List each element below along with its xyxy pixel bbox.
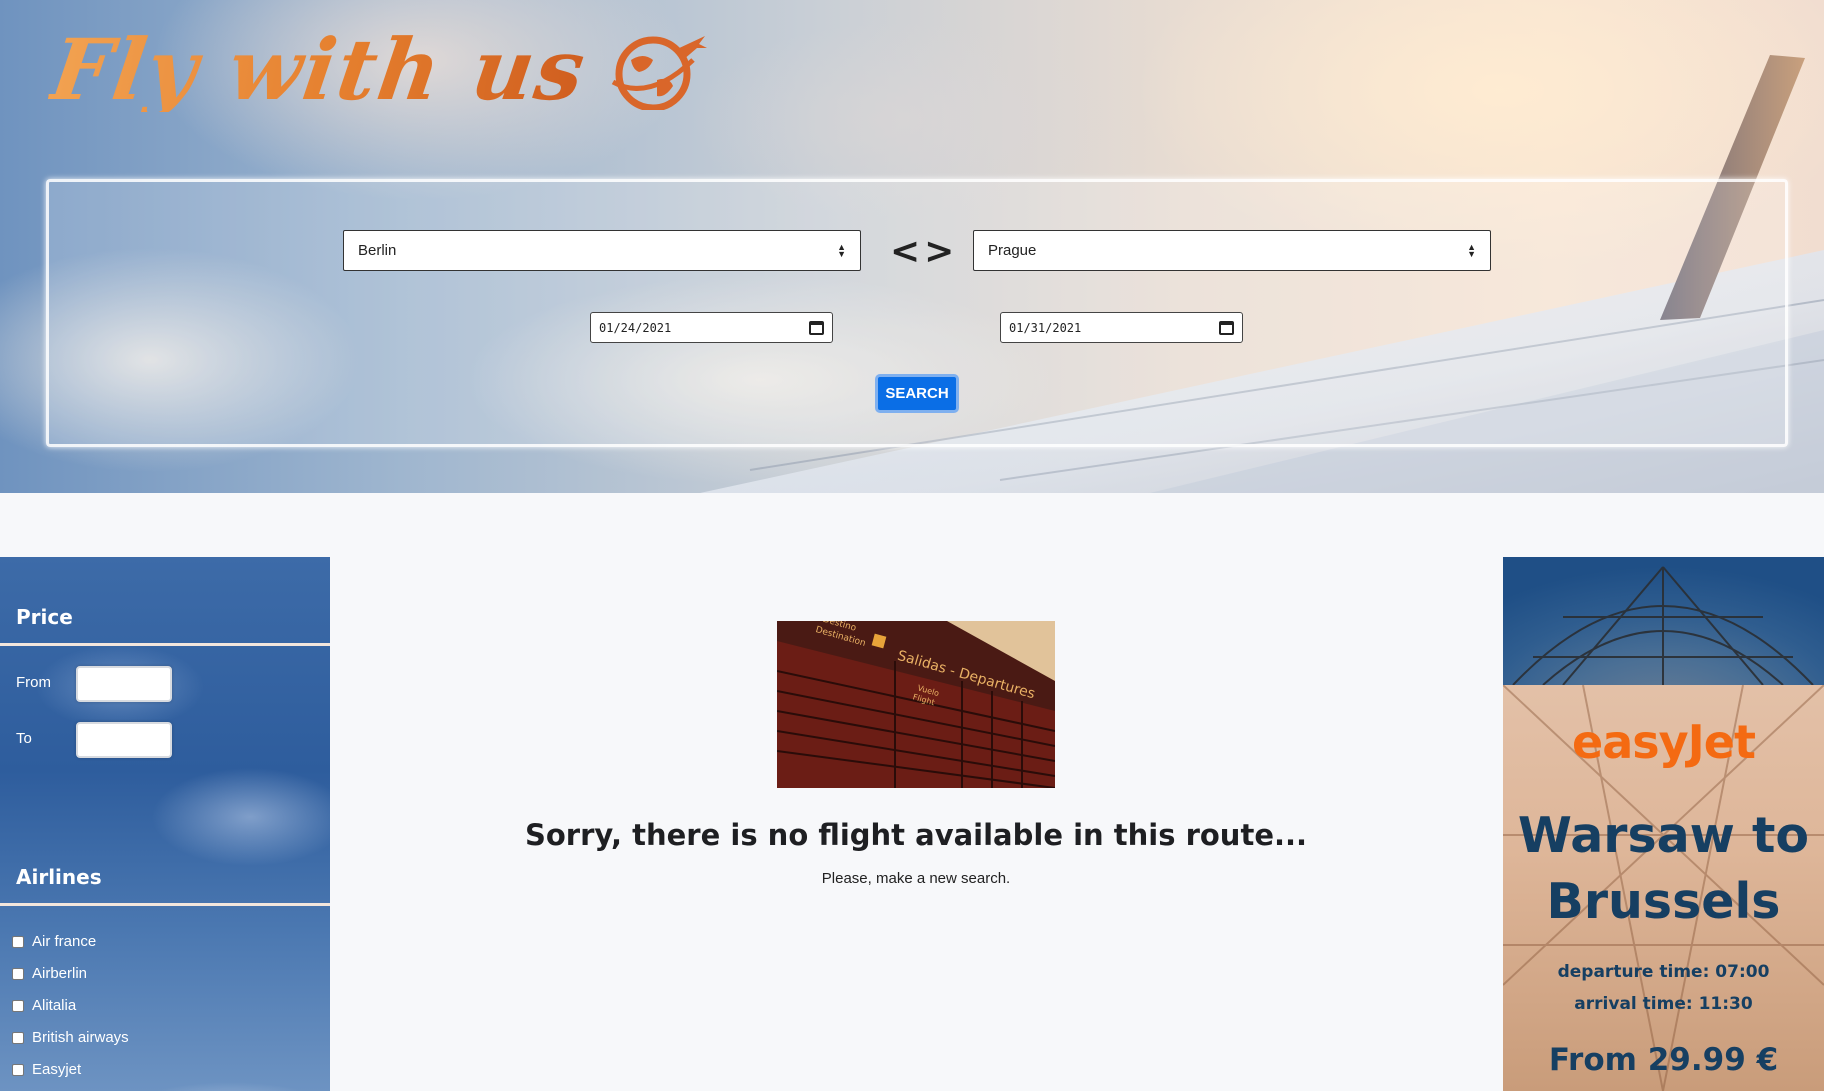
airline-option-alitalia[interactable]: Alitalia [12,997,76,1014]
airline-label: Alitalia [32,997,77,1014]
price-from-label: From [16,674,51,691]
checkbox[interactable] [12,1063,24,1076]
price-to-label: To [16,730,32,747]
ad-route-line2: Brussels [1546,873,1781,930]
departures-board-image: Salidas - Departures Destino Destination… [777,621,1055,788]
ad-departure-time: departure time: 07:00 [1557,962,1770,982]
origin-select[interactable]: Berlin ▲ ▼ [343,230,861,271]
checkbox[interactable] [12,935,24,948]
price-divider [0,643,330,646]
checkbox[interactable] [12,1031,24,1044]
ad-route-line1: Warsaw to [1517,807,1810,864]
ad-route: Warsaw to Brussels [1503,803,1824,935]
depart-date-value: 01/24/2021 [599,320,672,335]
airline-option-easyjet[interactable]: Easyjet [12,1061,81,1078]
globe-plane-icon [612,36,708,110]
airline-label: British airways [32,1029,129,1046]
destination-value: Prague [988,242,1037,259]
select-arrows-icon: ▲ ▼ [837,241,846,259]
hero-banner: Fly with us Berlin ▲ ▼ <> Prague ▲ ▼ 01/24… [0,0,1824,493]
search-button[interactable]: SEARCH [875,374,959,413]
airline-option-air-france[interactable]: Air france [12,933,96,950]
ad-brand: easyJet [1572,715,1756,769]
return-date-input[interactable]: 01/31/2021 [1000,312,1243,343]
return-date-value: 01/31/2021 [1009,320,1082,335]
logo-text: Fly with us [45,20,593,119]
calendar-icon[interactable] [809,320,824,335]
price-from-input[interactable] [76,666,172,702]
checkbox[interactable] [12,999,24,1012]
promo-ad[interactable]: easyJet Warsaw to Brussels departure tim… [1503,557,1824,1091]
swap-cities-button[interactable]: <> [890,234,958,270]
destination-select[interactable]: Prague ▲ ▼ [973,230,1491,271]
ad-arrival-time: arrival time: 11:30 [1574,994,1753,1014]
select-arrows-icon: ▲ ▼ [1467,241,1476,259]
airline-label: Easyjet [32,1061,82,1078]
airline-option-british-airways[interactable]: British airways [12,1029,129,1046]
depart-date-input[interactable]: 01/24/2021 [590,312,833,343]
airlines-divider [0,903,330,906]
site-logo[interactable]: Fly with us [45,20,709,119]
airline-label: Air france [32,933,97,950]
price-to-input[interactable] [76,722,172,758]
ad-price: From 29.99 € [1548,1042,1779,1078]
atomium-image [1503,557,1824,686]
airline-option-airberlin[interactable]: Airberlin [12,965,87,982]
calendar-icon[interactable] [1219,320,1234,335]
checkbox[interactable] [12,967,24,980]
airline-label: Airberlin [32,965,88,982]
price-heading: Price [16,605,73,629]
origin-value: Berlin [358,242,397,259]
